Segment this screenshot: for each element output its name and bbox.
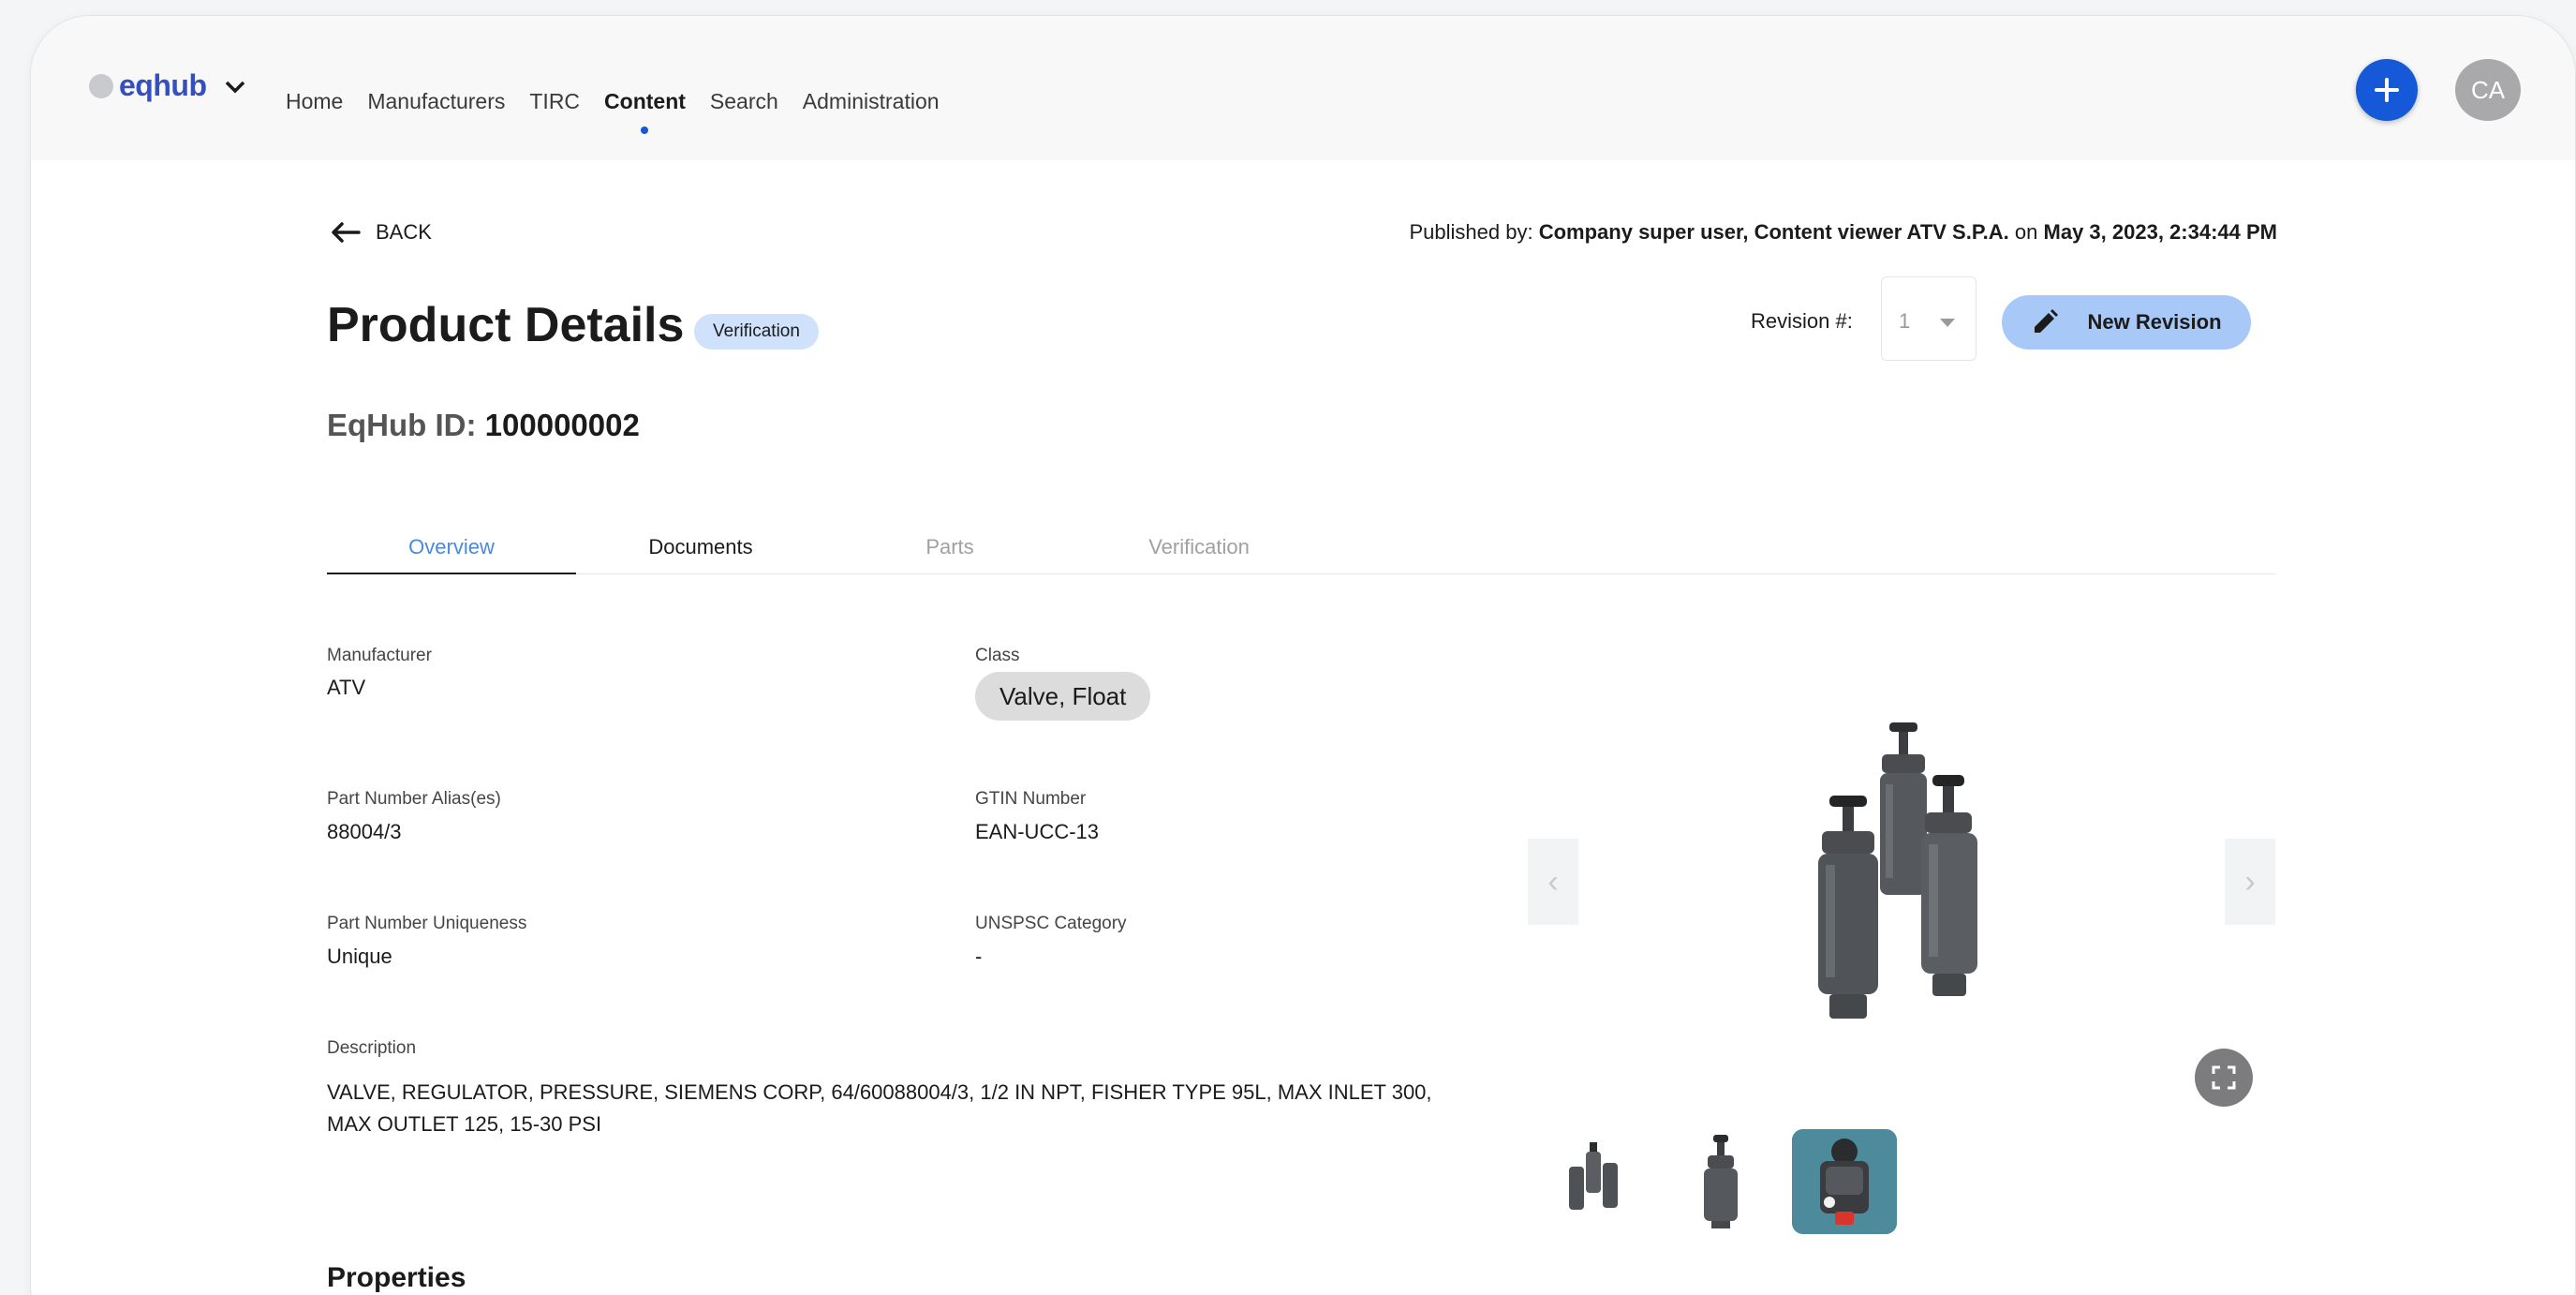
unspsc-value: - <box>975 945 983 968</box>
gtin-label: GTIN Number <box>975 789 1087 809</box>
revision-label: Revision #: <box>1751 309 1853 333</box>
nav-tirc[interactable]: TIRC <box>529 89 580 114</box>
description-label: Description <box>327 1038 417 1058</box>
app-window: eqhub Home Manufacturers TIRC Content Se… <box>30 15 2576 1295</box>
fullscreen-button[interactable] <box>2195 1049 2253 1107</box>
class-label: Class <box>975 646 1020 665</box>
uniqueness-label: Part Number Uniqueness <box>327 914 527 933</box>
app-logo[interactable]: eqhub <box>89 68 245 103</box>
new-revision-button[interactable]: New Revision <box>2002 295 2251 350</box>
nav-search[interactable]: Search <box>710 89 778 114</box>
eqhub-id: EqHub ID: 100000002 <box>327 408 640 443</box>
thumbnail-1[interactable] <box>1545 1129 1650 1234</box>
back-button[interactable]: BACK <box>331 220 432 245</box>
new-revision-label: New Revision <box>2087 310 2222 334</box>
nav-content-label: Content <box>604 89 686 113</box>
nav-administration[interactable]: Administration <box>803 89 940 114</box>
thumbnail-2[interactable] <box>1668 1129 1773 1234</box>
nav-home[interactable]: Home <box>286 89 343 114</box>
thumbnail-3-selected[interactable] <box>1792 1129 1897 1234</box>
tab-documents[interactable]: Documents <box>576 513 825 574</box>
manufacturer-label: Manufacturer <box>327 646 432 665</box>
chevron-left-icon: ‹ <box>1547 863 1559 900</box>
revision-value: 1 <box>1899 309 1911 333</box>
chevron-down-icon[interactable] <box>225 81 245 98</box>
eqhub-id-value: 100000002 <box>484 408 640 442</box>
published-by: Company super user, Content viewer ATV S… <box>1538 220 2009 244</box>
pencil-icon <box>2035 309 2059 333</box>
published-date: May 3, 2023, 2:34:44 PM <box>2043 220 2277 244</box>
alias-value: 88004/3 <box>327 820 402 843</box>
class-chip: Valve, Float <box>975 672 1151 721</box>
gtin-value: EAN-UCC-13 <box>975 820 1100 843</box>
description-value: VALVE, REGULATOR, PRESSURE, SIEMENS CORP… <box>327 1080 1432 1136</box>
top-bar: eqhub Home Manufacturers TIRC Content Se… <box>31 16 2575 160</box>
published-prefix: Published by: <box>1409 220 1533 244</box>
page-title: Product Details <box>327 298 685 352</box>
tab-bar: Overview Documents Parts Verification <box>327 513 2275 574</box>
active-indicator <box>641 127 649 134</box>
caret-down-icon <box>1940 315 1955 332</box>
published-info: Published by: Company super user, Conten… <box>1410 220 2278 245</box>
nav-content[interactable]: Content <box>604 89 686 134</box>
eqhub-id-label: EqHub ID: <box>327 408 477 442</box>
main-nav: Home Manufacturers TIRC Content Search A… <box>286 89 964 134</box>
uniqueness-value: Unique <box>327 945 392 968</box>
expand-icon <box>2212 1065 2236 1090</box>
logo-text: eqhub <box>119 68 207 102</box>
tab-verification[interactable]: Verification <box>1074 513 1324 574</box>
published-on: on <box>2014 220 2038 244</box>
properties-heading: Properties <box>327 1262 466 1293</box>
status-badge: Verification <box>694 314 819 350</box>
carousel-prev-button[interactable]: ‹ <box>1528 839 1578 925</box>
chevron-right-icon: › <box>2244 863 2256 900</box>
manufacturer-value: ATV <box>327 676 366 699</box>
add-button[interactable] <box>2356 59 2418 121</box>
arrow-left-icon <box>332 222 361 243</box>
unspsc-label: UNSPSC Category <box>975 914 1127 933</box>
alias-label: Part Number Alias(es) <box>327 789 501 809</box>
nav-manufacturers[interactable]: Manufacturers <box>367 89 505 114</box>
tab-parts[interactable]: Parts <box>825 513 1074 574</box>
carousel-next-button[interactable]: › <box>2225 839 2275 925</box>
revision-select[interactable]: 1 <box>1881 276 1976 361</box>
back-label: BACK <box>376 220 432 244</box>
logo-dot-icon <box>89 73 113 98</box>
avatar[interactable]: CA <box>2455 59 2521 121</box>
tab-overview[interactable]: Overview <box>327 513 576 574</box>
plus-icon <box>2375 78 2399 102</box>
product-image <box>1818 722 1977 1019</box>
